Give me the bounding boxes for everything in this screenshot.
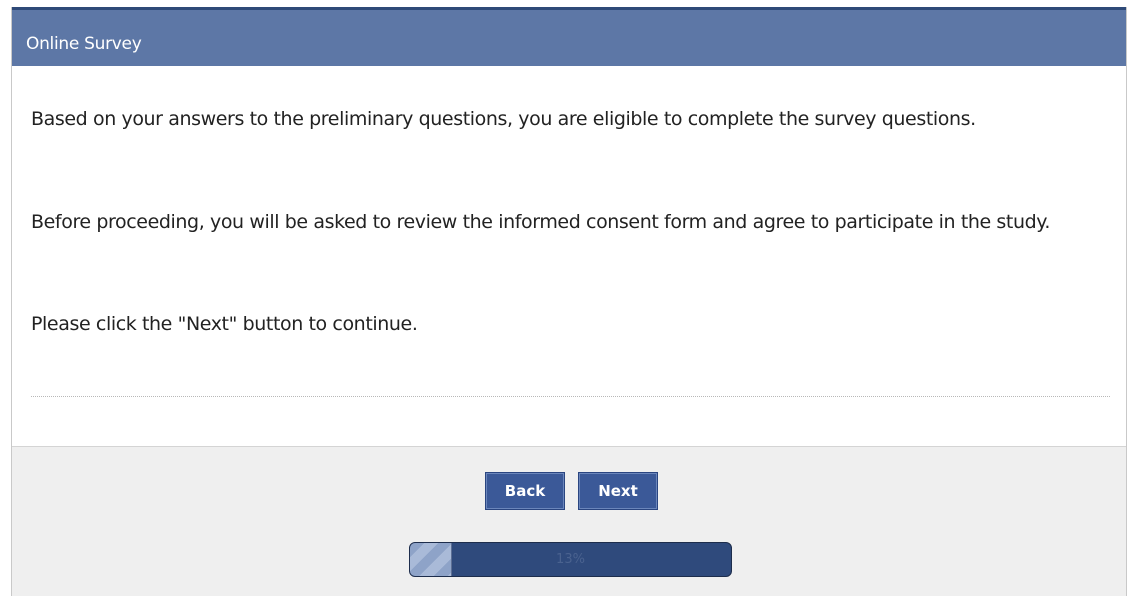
survey-header: Online Survey [12, 7, 1126, 66]
next-button[interactable]: Next [578, 472, 658, 510]
progress-label: 13% [556, 552, 585, 567]
consent-message: Before proceeding, you will be asked to … [31, 211, 1051, 233]
next-instruction: Please click the "Next" button to contin… [31, 313, 418, 335]
content-divider [31, 396, 1110, 397]
progress-bar: 13% [409, 542, 732, 577]
survey-content: Based on your answers to the preliminary… [12, 66, 1126, 446]
back-button[interactable]: Back [485, 472, 565, 510]
eligibility-message: Based on your answers to the preliminary… [31, 108, 976, 130]
survey-footer: Back Next 13% [12, 446, 1126, 596]
survey-title: Online Survey [26, 34, 142, 54]
survey-window: Online Survey Based on your answers to t… [11, 7, 1127, 596]
